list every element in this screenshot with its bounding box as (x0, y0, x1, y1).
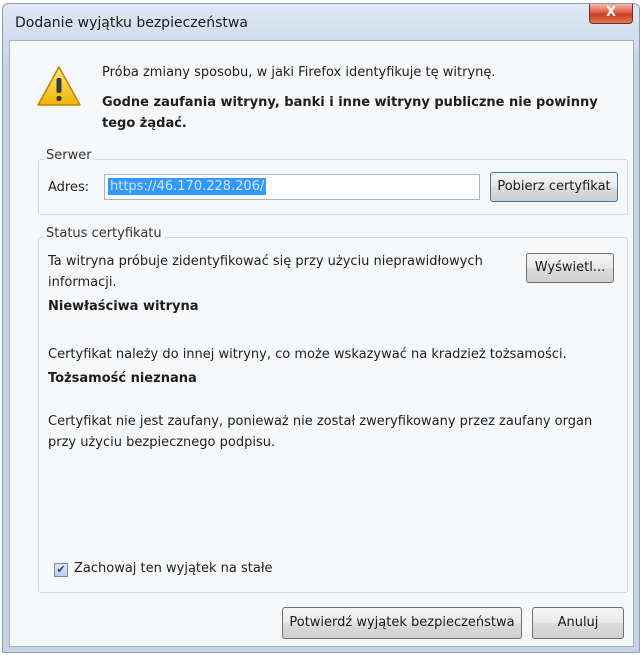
permanent-exception-checkbox[interactable]: ✔ (54, 563, 68, 577)
wrong-site-text: Certyfikat należy do innej witryny, co m… (48, 347, 567, 362)
close-icon: X (605, 5, 617, 20)
certificate-status-label: Status certyfikatu (44, 226, 164, 241)
confirm-exception-button[interactable]: Potwierdź wyjątek bezpieczeństwa (282, 607, 522, 639)
dialog-body: Próba zmiany sposobu, w jaki Firefox ide… (9, 40, 634, 647)
security-exception-dialog: Dodanie wyjątku bezpieczeństwa X Próba z… (2, 3, 640, 653)
wrong-site-heading: Niewłaściwa witryna (48, 299, 199, 314)
fetch-certificate-button[interactable]: Pobierz certyfikat (490, 172, 618, 202)
status-description: Ta witryna próbuje zidentyfikować się pr… (48, 254, 483, 290)
checkmark-icon: ✔ (56, 563, 66, 576)
cancel-button[interactable]: Anuluj (532, 607, 624, 639)
address-value: https://46.170.228.206/ (108, 178, 267, 195)
title-bar[interactable]: Dodanie wyjątku bezpieczeństwa X (3, 4, 639, 42)
warning-triangle-icon (37, 66, 81, 106)
server-group-label: Serwer (44, 148, 94, 163)
address-input[interactable]: https://46.170.228.206/ (104, 174, 480, 200)
permanent-exception-label[interactable]: Zachowaj ten wyjątek na stałe (74, 561, 273, 576)
warning-text: Próba zmiany sposobu, w jaki Firefox ide… (102, 65, 496, 80)
warning-emphasis: Godne zaufania witryny, banki i inne wit… (102, 95, 598, 131)
dialog-title: Dodanie wyjątku bezpieczeństwa (15, 15, 248, 31)
close-button[interactable]: X (589, 4, 633, 24)
view-certificate-button[interactable]: Wyświetl... (526, 253, 614, 283)
unknown-identity-heading: Tożsamość nieznana (48, 371, 197, 386)
unknown-identity-text: Certyfikat nie jest zaufany, ponieważ ni… (48, 414, 593, 450)
address-label: Adres: (48, 180, 90, 195)
